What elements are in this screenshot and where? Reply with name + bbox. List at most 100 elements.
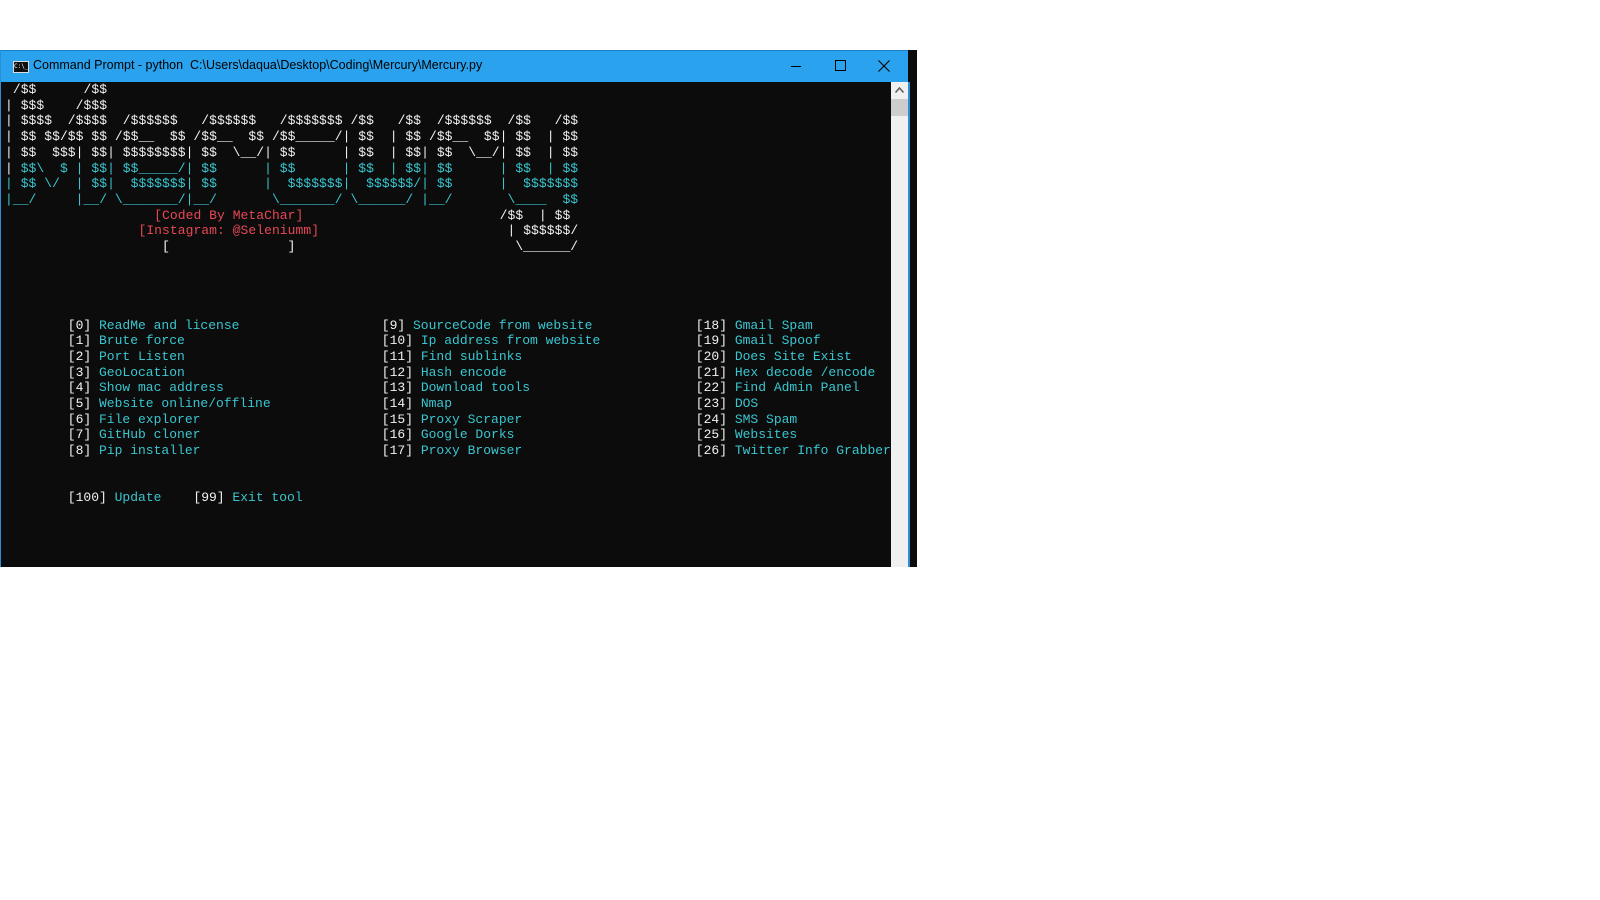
option-number: [12] bbox=[381, 364, 414, 380]
option-number: [0] bbox=[67, 317, 92, 333]
menu-option[interactable]: [17] Proxy Browser bbox=[382, 443, 522, 459]
menu-option[interactable]: [12] Hash encode bbox=[382, 365, 507, 381]
option-number: [25] bbox=[695, 427, 728, 443]
menu-option[interactable]: [18] Gmail Spam bbox=[696, 318, 813, 334]
option-number: [24] bbox=[695, 411, 728, 427]
menu-option[interactable]: [21] Hex decode /encode bbox=[696, 365, 875, 381]
title-bar[interactable]: C:\_ Command Prompt - python C:\Users\da… bbox=[1, 50, 908, 82]
menu-option[interactable]: [20] Does Site Exist bbox=[696, 349, 852, 365]
banner-text: | $$ $$$| $$| $$$$$$$$| $$ \__/| $$ | $$… bbox=[5, 144, 579, 160]
option-number: [6] bbox=[67, 411, 92, 427]
menu-option[interactable]: [2] Port Listen bbox=[68, 349, 185, 365]
menu-option[interactable]: [8] Pip installer bbox=[68, 443, 201, 459]
menu-option[interactable]: [5] Website online/offline bbox=[68, 396, 271, 412]
menu-option[interactable]: [9] SourceCode from website bbox=[382, 318, 593, 334]
option-label: Update bbox=[106, 490, 162, 506]
option-label: Hash encode bbox=[413, 364, 507, 380]
menu-option[interactable]: [26] Twitter Info Grabber bbox=[696, 443, 891, 459]
maximize-icon bbox=[835, 60, 846, 71]
option-label: Twitter Info Grabber bbox=[727, 443, 891, 459]
option-number: [99] bbox=[193, 490, 225, 506]
banner-text bbox=[5, 223, 138, 238]
terminal-output[interactable]: /$$ /$$ | $$$ /$$$ | $$$$ /$$$$ /$$$$$$ /$… bbox=[2, 82, 891, 567]
menu-option[interactable]: [23] DOS bbox=[696, 396, 758, 412]
command-prompt-window: C:\_ Command Prompt - python C:\Users\da… bbox=[0, 50, 917, 567]
option-number: [8] bbox=[67, 443, 92, 459]
banner-line: [ ] \______/ bbox=[5, 239, 578, 255]
option-label: File explorer bbox=[91, 411, 201, 427]
window-border-shadow bbox=[910, 82, 916, 567]
menu-option[interactable]: [3] GeoLocation bbox=[68, 365, 185, 381]
banner-text: $$\ $ | $$| $$_____/| $$ | $$ | $$ | $$|… bbox=[20, 160, 579, 176]
menu-option[interactable]: [0] ReadMe and license bbox=[68, 318, 240, 334]
banner-line: /$$ /$$ bbox=[5, 82, 107, 98]
option-label: Does Site Exist bbox=[727, 348, 852, 364]
option-label: Hex decode /encode bbox=[727, 364, 876, 380]
menu-option[interactable]: [6] File explorer bbox=[68, 412, 201, 428]
option-number: [23] bbox=[695, 396, 728, 411]
close-button[interactable] bbox=[862, 51, 906, 82]
option-number: [18] bbox=[695, 317, 728, 333]
option-number: [100] bbox=[67, 490, 107, 506]
menu-option[interactable]: [11] Find sublinks bbox=[382, 349, 522, 365]
banner-line: |__/ |__/ \_______/|__/ \_______/ \_____… bbox=[5, 192, 578, 208]
banner-text: | $$$ /$$$ bbox=[5, 97, 108, 113]
scroll-thumb[interactable] bbox=[891, 99, 908, 116]
option-number: [4] bbox=[67, 380, 92, 396]
option-label: Port Listen bbox=[91, 348, 185, 364]
banner-text: | bbox=[5, 160, 21, 176]
banner-text bbox=[5, 208, 154, 223]
credit-text: [Coded By MetaChar] bbox=[154, 207, 304, 223]
menu-option[interactable]: [19] Gmail Spoof bbox=[696, 333, 821, 349]
option-number: [2] bbox=[67, 348, 92, 364]
option-label: Proxy Scraper bbox=[413, 411, 523, 427]
option-label: Brute force bbox=[91, 333, 185, 349]
option-label: Ip address from website bbox=[413, 333, 601, 349]
option-number: [10] bbox=[381, 333, 414, 349]
menu-option[interactable]: [15] Proxy Scraper bbox=[382, 412, 522, 428]
menu-option[interactable]: [24] SMS Spam bbox=[696, 412, 797, 428]
banner-line: | $$ \/ | $$| $$$$$$$| $$ | $$$$$$$| $$$… bbox=[5, 176, 578, 192]
window-title: Command Prompt - python C:\Users\daqua\D… bbox=[33, 58, 483, 72]
prompt-line[interactable]: Enter a choice ~# bbox=[5, 553, 209, 567]
option-label: GeoLocation bbox=[91, 364, 185, 380]
option-label: Exit tool bbox=[224, 490, 303, 506]
banner-text: | $$ $$/$$ $$ /$$__ $$ /$$__ $$ /$$_____… bbox=[5, 129, 579, 145]
banner-text: | $$$$$$/ bbox=[319, 223, 579, 239]
option-label: Gmail Spam bbox=[727, 317, 813, 333]
option-number: [19] bbox=[695, 333, 728, 349]
credit-text: [Instagram: @Seleniumm] bbox=[138, 223, 320, 239]
option-label: SMS Spam bbox=[727, 411, 798, 427]
menu-option[interactable]: [22] Find Admin Panel bbox=[696, 380, 860, 396]
banner-line: [Coded By MetaChar] /$$ | $$ bbox=[5, 208, 570, 224]
option-number: [17] bbox=[381, 443, 414, 459]
option-label: GitHub cloner bbox=[91, 427, 201, 443]
maximize-button[interactable] bbox=[818, 51, 862, 82]
menu-option[interactable]: [14] Nmap bbox=[382, 396, 452, 412]
menu-option[interactable]: [25] Websites bbox=[696, 427, 797, 443]
option-label: Websites bbox=[727, 427, 798, 443]
menu-option[interactable]: [7] GitHub cloner bbox=[68, 427, 201, 443]
update-option[interactable]: [100] Update bbox=[68, 490, 162, 506]
menu-option[interactable]: [16] Google Dorks bbox=[382, 427, 515, 443]
minimize-button[interactable] bbox=[774, 51, 818, 82]
banner-line: | $$ $$$| $$| $$$$$$$$| $$ \__/| $$ | $$… bbox=[5, 145, 578, 161]
option-number: [20] bbox=[695, 348, 728, 364]
banner-text: /$$ /$$ bbox=[5, 82, 108, 97]
option-label: Find sublinks bbox=[413, 348, 523, 364]
option-number: [16] bbox=[381, 427, 414, 443]
option-label: DOS bbox=[727, 396, 759, 411]
option-label: Download tools bbox=[413, 380, 531, 396]
option-number: [21] bbox=[695, 364, 728, 380]
exit-option[interactable]: [99] Exit tool bbox=[193, 490, 302, 506]
menu-option[interactable]: [10] Ip address from website bbox=[382, 333, 600, 349]
menu-option[interactable]: [1] Brute force bbox=[68, 333, 185, 349]
option-label: Nmap bbox=[413, 396, 453, 411]
menu-option[interactable]: [13] Download tools bbox=[382, 380, 530, 396]
banner-text: /$$ | $$ bbox=[303, 207, 571, 223]
vertical-scrollbar[interactable] bbox=[891, 82, 908, 567]
chevron-up-icon bbox=[895, 87, 904, 93]
scroll-up-button[interactable] bbox=[891, 82, 908, 99]
option-label: Google Dorks bbox=[413, 427, 515, 443]
menu-option[interactable]: [4] Show mac address bbox=[68, 380, 224, 396]
